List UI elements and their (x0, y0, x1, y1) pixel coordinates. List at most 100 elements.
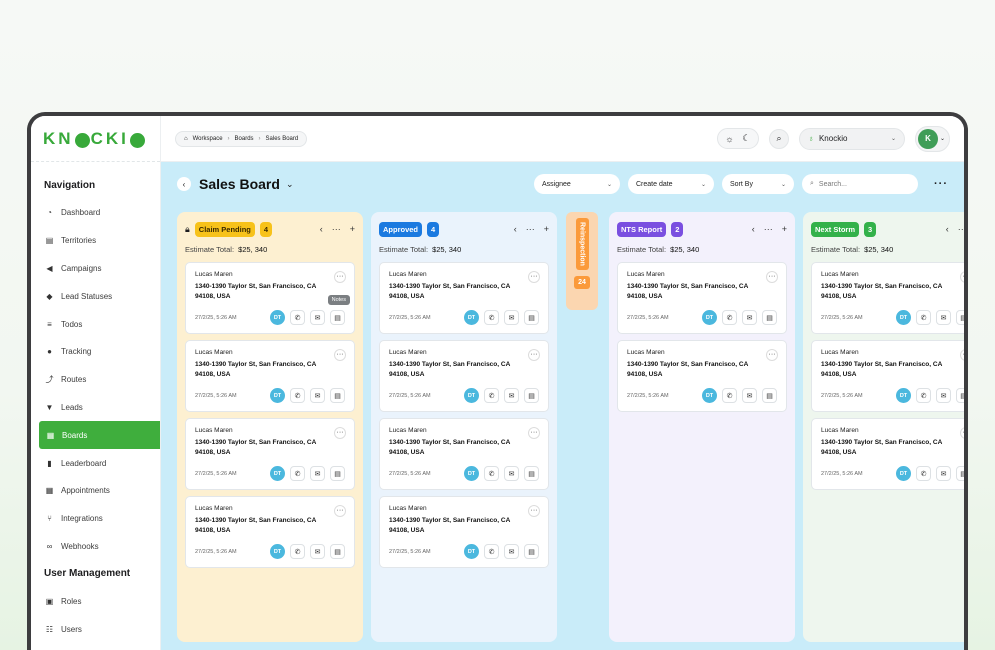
notes-icon[interactable]: ▤ (762, 388, 777, 403)
phone-icon[interactable]: ✆ (916, 388, 931, 403)
assignee-avatar[interactable]: DT (270, 310, 285, 325)
more-options-icon[interactable]: ··· (766, 349, 778, 361)
more-options-icon[interactable]: ··· (334, 271, 346, 283)
notes-icon[interactable]: ▤ (524, 310, 539, 325)
add-card-icon[interactable]: + (782, 224, 787, 234)
more-options-icon[interactable]: ··· (934, 178, 948, 190)
theme-toggle[interactable]: ☼ ☾ (716, 128, 759, 149)
assignee-avatar[interactable]: DT (270, 544, 285, 559)
notes-icon[interactable]: ▤ (524, 466, 539, 481)
more-options-icon[interactable]: ··· (528, 349, 540, 361)
back-button[interactable]: ‹ (177, 177, 191, 191)
phone-icon[interactable]: ✆ (484, 544, 499, 559)
phone-icon[interactable]: ✆ (290, 466, 305, 481)
sidebar-item-appointments[interactable]: ▦ Appointments (31, 477, 160, 505)
lead-card[interactable]: Lucas Maren 1340-1390 Taylor St, San Fran… (617, 340, 787, 412)
sidebar-item-webhooks[interactable]: ∞ Webhooks (31, 533, 160, 561)
mail-icon[interactable]: ✉ (504, 310, 519, 325)
phone-icon[interactable]: ✆ (290, 544, 305, 559)
more-options-icon[interactable]: ··· (332, 224, 341, 234)
assignee-avatar[interactable]: DT (896, 466, 911, 481)
sidebar-item-tracking[interactable]: ● Tracking (31, 338, 160, 366)
more-options-icon[interactable]: ··· (960, 427, 964, 439)
mail-icon[interactable]: ✉ (310, 466, 325, 481)
notes-icon[interactable]: ▤ (762, 310, 777, 325)
lead-card[interactable]: Lucas Maren 1340-1390 Taylor St, San Fran… (811, 262, 964, 334)
phone-icon[interactable]: ✆ (916, 310, 931, 325)
lock-icon[interactable]: 🔒︎ (185, 224, 190, 235)
more-options-icon[interactable]: ··· (960, 349, 964, 361)
more-options-icon[interactable]: ··· (334, 505, 346, 517)
lead-card[interactable]: Lucas Maren 1340-1390 Taylor St, San Fran… (379, 340, 549, 412)
mail-icon[interactable]: ✉ (504, 388, 519, 403)
mail-icon[interactable]: ✉ (936, 466, 951, 481)
notes-icon[interactable]: ▤ (330, 388, 345, 403)
sidebar-item-leaderboard[interactable]: ▮ Leaderboard (31, 449, 160, 477)
search-icon[interactable]: ⌕ (768, 128, 789, 149)
lead-card[interactable]: Lucas Maren 1340-1390 Taylor St, San Fran… (379, 262, 549, 334)
search-input[interactable]: ⌕ Search... (802, 174, 918, 194)
more-options-icon[interactable]: ··· (528, 271, 540, 283)
assignee-avatar[interactable]: DT (270, 466, 285, 481)
more-options-icon[interactable]: ··· (334, 427, 346, 439)
lead-card[interactable]: Lucas Maren 1340-1390 Taylor St, San Fran… (185, 340, 355, 412)
assignee-avatar[interactable]: DT (896, 388, 911, 403)
chevron-left-icon[interactable]: ‹ (514, 224, 517, 234)
assignee-avatar[interactable]: DT (270, 388, 285, 403)
more-options-icon[interactable]: ··· (958, 224, 964, 234)
sort-by-select[interactable]: Sort By ⌄ (722, 174, 794, 194)
sidebar-item-dashboard[interactable]: ◔ Dashboard (31, 199, 160, 227)
sun-icon[interactable]: ☼ (722, 131, 737, 146)
sidebar-item-lead-statuses[interactable]: ◆ Lead Statuses (31, 282, 160, 310)
assignee-avatar[interactable]: DT (464, 466, 479, 481)
phone-icon[interactable]: ✆ (290, 388, 305, 403)
more-options-icon[interactable]: ··· (528, 427, 540, 439)
collapsed-column-reinspection[interactable]: Reinspection 24 (566, 212, 598, 310)
sidebar-item-roles[interactable]: ▣ Roles (31, 587, 160, 615)
moon-icon[interactable]: ☾ (739, 131, 754, 146)
brand-logo[interactable]: KN CKI (31, 116, 160, 162)
mail-icon[interactable]: ✉ (310, 310, 325, 325)
notes-icon[interactable]: ▤ (330, 310, 345, 325)
notes-icon[interactable]: ▤ (524, 544, 539, 559)
lead-card[interactable]: Lucas Maren 1340-1390 Taylor St, San Fran… (379, 418, 549, 490)
sidebar-item-territories[interactable]: ▤ Territories (31, 227, 160, 255)
more-options-icon[interactable]: ··· (960, 271, 964, 283)
notes-icon[interactable]: ▤ (956, 388, 964, 403)
notes-icon[interactable]: ▤ (956, 466, 964, 481)
lead-card[interactable]: Lucas Maren 1340-1390 Taylor St, San Fran… (811, 340, 964, 412)
sidebar-item-users[interactable]: ☷ Users (31, 615, 160, 643)
lead-card[interactable]: Lucas Maren 1340-1390 Taylor St, San Fran… (617, 262, 787, 334)
notes-icon[interactable]: ▤ (956, 310, 964, 325)
mail-icon[interactable]: ✉ (936, 388, 951, 403)
mail-icon[interactable]: ✉ (742, 310, 757, 325)
add-card-icon[interactable]: + (544, 224, 549, 234)
sidebar-item-boards[interactable]: ▦ Boards (39, 421, 160, 450)
phone-icon[interactable]: ✆ (484, 310, 499, 325)
breadcrumb-boards[interactable]: Boards (235, 136, 254, 142)
mail-icon[interactable]: ✉ (742, 388, 757, 403)
assignee-avatar[interactable]: DT (896, 310, 911, 325)
phone-icon[interactable]: ✆ (722, 388, 737, 403)
notes-icon[interactable]: ▤ (330, 466, 345, 481)
lead-card[interactable]: Lucas Maren 1340-1390 Taylor St, San Fran… (379, 496, 549, 568)
more-options-icon[interactable]: ··· (526, 224, 535, 234)
mail-icon[interactable]: ✉ (504, 466, 519, 481)
lead-card[interactable]: Lucas Maren 1340-1390 Taylor St, San Fran… (185, 418, 355, 490)
notes-icon[interactable]: ▤ (524, 388, 539, 403)
sidebar-item-integrations[interactable]: ⑂ Integrations (31, 505, 160, 533)
sidebar-item-todos[interactable]: ≡ Todos (31, 310, 160, 338)
assignee-avatar[interactable]: DT (464, 310, 479, 325)
add-card-icon[interactable]: + (350, 224, 355, 234)
mail-icon[interactable]: ✉ (310, 544, 325, 559)
assignee-avatar[interactable]: DT (464, 388, 479, 403)
chevron-down-icon[interactable]: ⌄ (286, 179, 294, 190)
more-options-icon[interactable]: ··· (766, 271, 778, 283)
lead-card[interactable]: Lucas Maren 1340-1390 Taylor St, San Fran… (185, 496, 355, 568)
breadcrumb-workspace[interactable]: Workspace (193, 136, 223, 142)
sidebar-item-leads[interactable]: ▼ Leads (31, 394, 160, 422)
home-icon[interactable]: ⌂ (184, 136, 188, 142)
more-options-icon[interactable]: ··· (764, 224, 773, 234)
lead-card[interactable]: Lucas Maren 1340-1390 Taylor St, San Fran… (185, 262, 355, 334)
phone-icon[interactable]: ✆ (722, 310, 737, 325)
